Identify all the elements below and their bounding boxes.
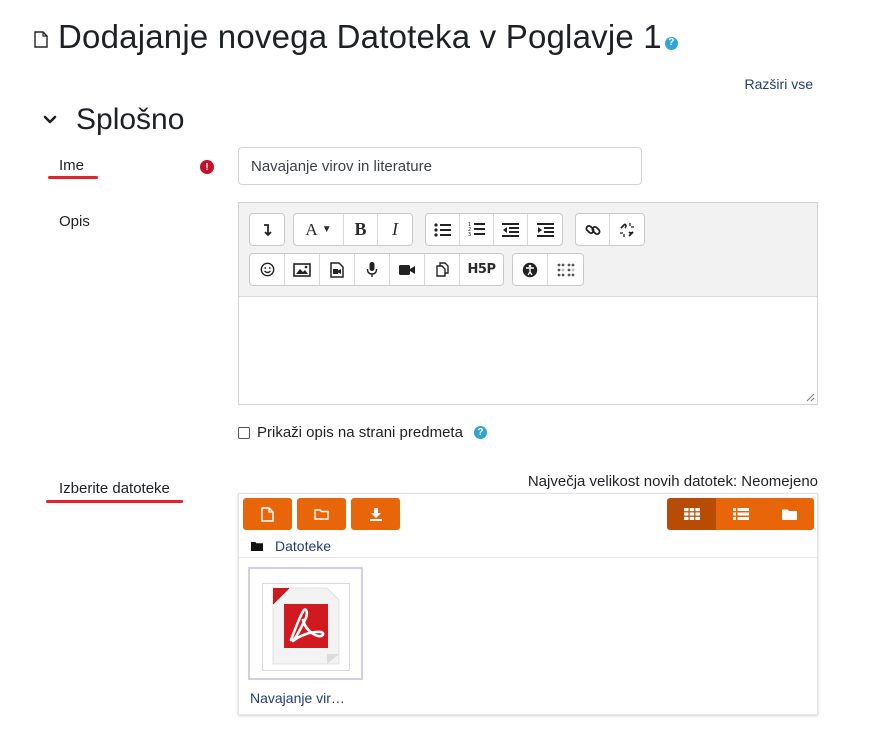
list-icon xyxy=(732,508,749,520)
view-icons-button[interactable] xyxy=(667,498,716,530)
page-title-row: Dodajanje novega Datoteka v Poglavje 1 ? xyxy=(34,18,678,56)
section-title: Splošno xyxy=(76,103,185,136)
section-header[interactable]: Splošno xyxy=(40,103,184,137)
view-switcher xyxy=(667,498,814,530)
description-label: Opis xyxy=(59,213,90,230)
toolbar-group-insert: H5P xyxy=(249,253,504,286)
toolbar-group-style: A ▼ B I xyxy=(293,213,413,246)
name-input[interactable] xyxy=(238,147,642,185)
show-description-label[interactable]: Prikaži opis na strani predmeta xyxy=(257,424,463,441)
unlink-icon[interactable] xyxy=(610,214,644,245)
pdf-file-icon xyxy=(272,587,340,665)
media-icon[interactable] xyxy=(320,254,355,285)
file-item[interactable] xyxy=(248,567,363,680)
toolbar-group-accessibility xyxy=(512,253,584,286)
toolbar-group-collapse xyxy=(249,213,285,246)
accessibility-checker-icon[interactable] xyxy=(513,254,548,285)
folder-icon xyxy=(251,542,263,551)
toolbar-group-lists: 123 xyxy=(425,213,563,246)
h5p-icon[interactable]: H5P xyxy=(460,254,503,285)
microphone-icon[interactable] xyxy=(355,254,390,285)
divider xyxy=(239,557,817,558)
breadcrumb-root[interactable]: Datoteke xyxy=(275,538,331,554)
font-size-icon[interactable]: A ▼ xyxy=(294,214,344,245)
file-name[interactable]: Navajanje vir… xyxy=(250,690,345,706)
font-size-label: A xyxy=(305,219,318,239)
manage-files-icon[interactable] xyxy=(425,254,460,285)
editor-content-area[interactable] xyxy=(239,298,817,404)
screenreader-helper-icon[interactable] xyxy=(548,254,583,285)
annotation-underline xyxy=(46,500,183,503)
show-description-row: Prikaži opis na strani predmeta ? xyxy=(238,424,487,441)
video-icon[interactable] xyxy=(390,254,425,285)
help-icon[interactable]: ? xyxy=(664,36,678,50)
required-icon: ! xyxy=(200,160,214,174)
italic-icon[interactable]: I xyxy=(378,214,412,245)
folder-icon xyxy=(314,509,329,520)
download-button[interactable] xyxy=(351,498,400,530)
expand-all-link[interactable]: Razširi vse xyxy=(745,76,813,92)
emoji-icon[interactable] xyxy=(250,254,285,285)
svg-text:3: 3 xyxy=(468,232,471,237)
toolbar-group-links xyxy=(575,213,645,246)
folder-icon xyxy=(782,509,797,520)
name-label: Ime xyxy=(59,157,85,174)
indent-icon[interactable] xyxy=(528,214,562,245)
add-file-button[interactable] xyxy=(243,498,292,530)
breadcrumb: Datoteke xyxy=(251,538,331,554)
resize-handle-icon[interactable] xyxy=(806,393,815,402)
file-manager: Datoteke Navajanje vir… xyxy=(238,493,818,715)
chevron-down-icon xyxy=(43,115,57,124)
grid-icon xyxy=(683,508,700,520)
help-icon[interactable]: ? xyxy=(473,426,487,439)
file-thumbnail xyxy=(262,583,350,671)
view-list-button[interactable] xyxy=(716,498,765,530)
description-editor: A ▼ B I 123 H5P xyxy=(238,202,818,405)
numbered-list-icon[interactable]: 123 xyxy=(460,214,494,245)
annotation-underline xyxy=(48,176,98,179)
document-icon xyxy=(34,30,48,48)
page-title: Dodajanje novega Datoteka v Poglavje 1 xyxy=(58,18,662,55)
file-icon xyxy=(261,506,274,522)
image-icon[interactable] xyxy=(285,254,320,285)
max-size-text: Največja velikost novih datotek: Neomeje… xyxy=(527,473,818,490)
link-icon[interactable] xyxy=(576,214,610,245)
view-tree-button[interactable] xyxy=(765,498,814,530)
outdent-icon[interactable] xyxy=(494,214,528,245)
bullet-list-icon[interactable] xyxy=(426,214,460,245)
download-icon xyxy=(369,508,382,521)
create-folder-button[interactable] xyxy=(297,498,346,530)
editor-toolbar: A ▼ B I 123 H5P xyxy=(239,203,817,297)
files-label: Izberite datoteke xyxy=(59,480,170,497)
insert-more-icon[interactable] xyxy=(250,214,284,245)
show-description-checkbox[interactable] xyxy=(238,426,250,439)
bold-icon[interactable]: B xyxy=(344,214,378,245)
